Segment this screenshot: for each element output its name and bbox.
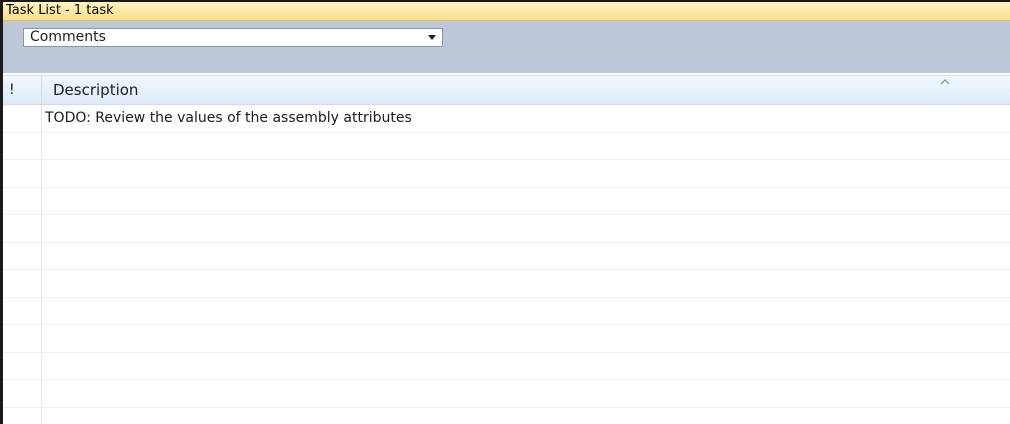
table-row bbox=[3, 270, 1010, 298]
column-header-priority[interactable]: ! bbox=[3, 76, 42, 104]
sort-ascending-icon bbox=[940, 79, 950, 85]
row-priority-cell bbox=[3, 160, 42, 187]
table-row bbox=[3, 380, 1010, 408]
table-row bbox=[3, 297, 1010, 325]
table-row bbox=[3, 160, 1010, 188]
row-priority-cell bbox=[3, 380, 42, 407]
row-priority-cell bbox=[3, 242, 42, 269]
row-priority-cell bbox=[3, 325, 42, 352]
table-row bbox=[3, 242, 1010, 270]
row-priority-cell bbox=[3, 187, 42, 214]
task-rows: TODO: Review the values of the assembly … bbox=[3, 105, 1010, 424]
task-filter-value: Comments bbox=[30, 29, 106, 45]
task-description[interactable]: TODO: Review the values of the assembly … bbox=[43, 105, 1010, 132]
table-row bbox=[3, 187, 1010, 215]
row-priority-cell bbox=[3, 215, 42, 242]
task-list-header: ! Description bbox=[3, 75, 1010, 105]
row-priority-cell bbox=[3, 352, 42, 379]
task-filter-dropdown[interactable]: Comments bbox=[23, 28, 443, 47]
table-row[interactable]: TODO: Review the values of the assembly … bbox=[3, 105, 1010, 133]
row-priority-cell bbox=[3, 270, 42, 297]
row-priority-cell bbox=[3, 407, 42, 424]
table-row bbox=[3, 407, 1010, 424]
row-priority-cell bbox=[3, 105, 42, 132]
row-priority-cell bbox=[3, 297, 42, 324]
table-row bbox=[3, 215, 1010, 243]
table-row bbox=[3, 352, 1010, 380]
column-header-description[interactable]: Description bbox=[43, 76, 1010, 104]
table-row bbox=[3, 132, 1010, 160]
column-header-description-label: Description bbox=[53, 81, 139, 99]
panel-title: Task List - 1 task bbox=[3, 2, 1010, 21]
task-list-window: Task List - 1 task Comments ! Descriptio… bbox=[0, 0, 1010, 424]
row-priority-cell bbox=[3, 132, 42, 159]
chevron-down-icon[interactable] bbox=[426, 29, 438, 46]
table-row bbox=[3, 325, 1010, 353]
